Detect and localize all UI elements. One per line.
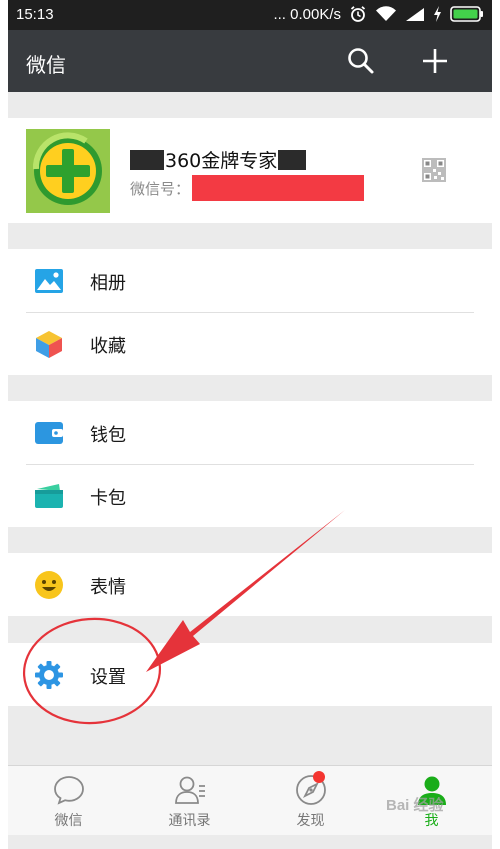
menu-item-card-pack[interactable]: 卡包 (8, 464, 492, 527)
card-pack-icon (35, 484, 63, 508)
menu-item-wallet[interactable]: 钱包 (8, 401, 492, 464)
tab-contacts[interactable]: 通讯录 (129, 766, 250, 836)
menu-label-stickers: 表情 (90, 577, 126, 598)
tab-chats[interactable]: 微信 (8, 766, 129, 836)
phone-screen: 15:13 ... 0.00K/s 微信 360金牌专家 微信号： 相册 收藏 … (8, 0, 492, 849)
profile-id-row: 微信号： (130, 175, 365, 201)
profile-name: 360金牌专家 (165, 150, 278, 172)
menu-item-album[interactable]: 相册 (8, 249, 492, 312)
menu-item-favorites[interactable]: 收藏 (8, 312, 492, 375)
menu-item-settings[interactable]: 设置 (8, 643, 492, 706)
menu-label-favorites: 收藏 (90, 336, 126, 357)
status-bar: 15:13 ... 0.00K/s (8, 0, 492, 30)
tab-discover[interactable]: 发现 (250, 766, 371, 836)
chat-bubble-icon (54, 776, 84, 805)
favorites-cube-icon (36, 331, 62, 358)
profile-name-row: 360金牌专家 (130, 146, 307, 173)
security-plus-logo-icon (26, 129, 110, 213)
qr-code-icon[interactable] (422, 158, 446, 182)
wallet-icon (35, 422, 63, 444)
status-indicators: ... 0.00K/s (273, 5, 484, 23)
tab-label-contacts: 通讯录 (168, 813, 211, 829)
wechat-id-redaction (192, 175, 365, 201)
photo-album-icon (35, 269, 63, 293)
add-icon[interactable] (420, 46, 450, 76)
menu-group-album-favorites: 相册 收藏 (8, 249, 492, 375)
bottom-tab-bar: 微信 通讯录 发现 我 Bai 经验 (8, 765, 492, 835)
profile-card[interactable]: 360金牌专家 微信号： (8, 118, 492, 223)
menu-group-stickers: 表情 (8, 553, 492, 616)
title-bar: 微信 (8, 30, 492, 92)
name-censor-right (278, 149, 307, 170)
menu-label-album: 相册 (90, 273, 126, 294)
menu-label-settings: 设置 (90, 667, 126, 688)
charging-icon (434, 6, 441, 22)
discover-notification-dot (313, 771, 325, 783)
tab-label-chats: 微信 (54, 813, 83, 829)
wifi-icon (376, 6, 396, 21)
alarm-icon (350, 6, 366, 22)
page-title: 微信 (26, 53, 66, 77)
signal-icon (406, 8, 424, 21)
contacts-icon (175, 776, 205, 804)
menu-group-wallet-cards: 钱包 卡包 (8, 401, 492, 527)
avatar (26, 129, 110, 213)
menu-label-wallet: 钱包 (90, 425, 126, 446)
name-censor-left (130, 149, 164, 170)
menu-item-stickers[interactable]: 表情 (8, 553, 492, 616)
tab-label-discover: 发现 (296, 813, 325, 829)
wechat-id-label: 微信号： (130, 179, 191, 198)
network-speed: ... 0.00K/s (273, 5, 341, 23)
search-icon[interactable] (346, 46, 376, 76)
watermark: Bai 经验 (386, 797, 444, 814)
battery-icon (450, 6, 483, 22)
menu-group-settings: 设置 (8, 643, 492, 706)
menu-label-card-pack: 卡包 (90, 488, 126, 509)
status-time: 15:13 (16, 6, 54, 23)
gear-icon (35, 661, 63, 689)
smiley-icon (35, 571, 63, 599)
